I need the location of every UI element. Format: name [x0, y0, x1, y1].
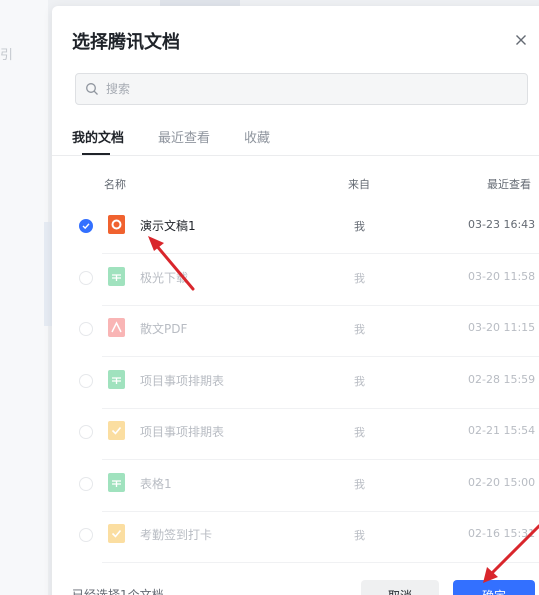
file-row[interactable]: 项目事项排期表 我 02-28 15:59 — [72, 358, 539, 409]
file-row[interactable]: 考勤签到打卡 我 02-16 15:31 — [72, 512, 539, 563]
file-name: 考勤签到打卡 — [140, 528, 213, 542]
tab-my-docs[interactable]: 我的文档 — [72, 127, 124, 146]
file-name: 项目事项排期表 — [140, 373, 225, 388]
file-source: 我 — [354, 220, 365, 233]
file-date: 02-28 15:59 — [468, 372, 536, 386]
checkbox-checked[interactable] — [79, 219, 93, 233]
tab-favorites[interactable]: 收藏 — [244, 127, 270, 146]
selection-count: 已经选择1个文档 — [72, 588, 164, 595]
column-header-source: 来自 — [348, 178, 370, 191]
file-source: 我 — [354, 271, 365, 285]
file-source: 我 — [354, 529, 365, 542]
checkbox[interactable] — [79, 528, 93, 542]
sheet-icon — [108, 369, 125, 389]
file-row[interactable]: 散文PDF 我 03-20 11:15 — [72, 306, 539, 357]
checkbox[interactable] — [79, 373, 93, 388]
file-source: 我 — [354, 323, 365, 336]
checkbox[interactable] — [79, 270, 93, 285]
task-icon — [108, 421, 125, 440]
pdf-icon — [108, 318, 125, 337]
cancel-button[interactable]: 取消 — [361, 580, 439, 595]
file-row[interactable]: 极光下载 我 03-20 11:58 — [72, 255, 539, 306]
close-icon[interactable] — [512, 31, 530, 49]
tabs-divider — [52, 155, 539, 156]
confirm-button[interactable]: 确定 — [453, 580, 535, 595]
checkbox[interactable] — [79, 322, 93, 336]
file-date: 03-20 11:58 — [468, 269, 536, 283]
column-header-date: 最近查看 — [487, 178, 531, 191]
file-source: 我 — [354, 477, 365, 491]
check-icon — [82, 223, 90, 230]
background-panel — [44, 222, 52, 326]
sheet-icon — [108, 472, 125, 492]
background-text: 引 — [0, 48, 14, 63]
file-date: 02-20 15:00 — [468, 475, 536, 489]
file-source: 我 — [354, 426, 365, 439]
search-box[interactable] — [75, 73, 528, 105]
file-date: 03-20 11:15 — [468, 321, 536, 334]
file-name: 极光下载 — [140, 270, 189, 285]
file-name: 项目事项排期表 — [140, 425, 225, 439]
sheet-icon — [108, 266, 125, 286]
select-tencent-doc-dialog: 选择腾讯文档 我的文档 最近查看 收藏 名称 来自 最近查看 演示文稿1 我 03-… — [52, 6, 539, 595]
search-input[interactable] — [106, 74, 506, 104]
slides-icon — [108, 215, 125, 234]
file-name: 演示文稿1 — [140, 219, 196, 233]
checkbox[interactable] — [79, 476, 93, 491]
file-date: 02-21 15:54 — [468, 424, 536, 437]
file-row[interactable]: 表格1 我 02-20 15:00 — [72, 461, 539, 512]
file-row[interactable]: 项目事项排期表 我 02-21 15:54 — [72, 409, 539, 460]
file-name: 散文PDF — [140, 322, 188, 336]
search-icon — [86, 83, 98, 95]
column-header-name: 名称 — [104, 178, 126, 191]
tab-recent[interactable]: 最近查看 — [158, 127, 210, 146]
file-name: 表格1 — [140, 476, 172, 491]
file-source: 我 — [354, 374, 365, 388]
row-divider — [102, 562, 539, 563]
dialog-title: 选择腾讯文档 — [72, 32, 180, 53]
task-icon — [108, 524, 125, 543]
file-date: 03-23 16:43 — [468, 218, 536, 231]
file-date: 02-16 15:31 — [468, 527, 536, 540]
file-row[interactable]: 演示文稿1 我 03-23 16:43 — [72, 203, 539, 254]
checkbox[interactable] — [79, 425, 93, 439]
background-page: 引 — [0, 0, 48, 595]
